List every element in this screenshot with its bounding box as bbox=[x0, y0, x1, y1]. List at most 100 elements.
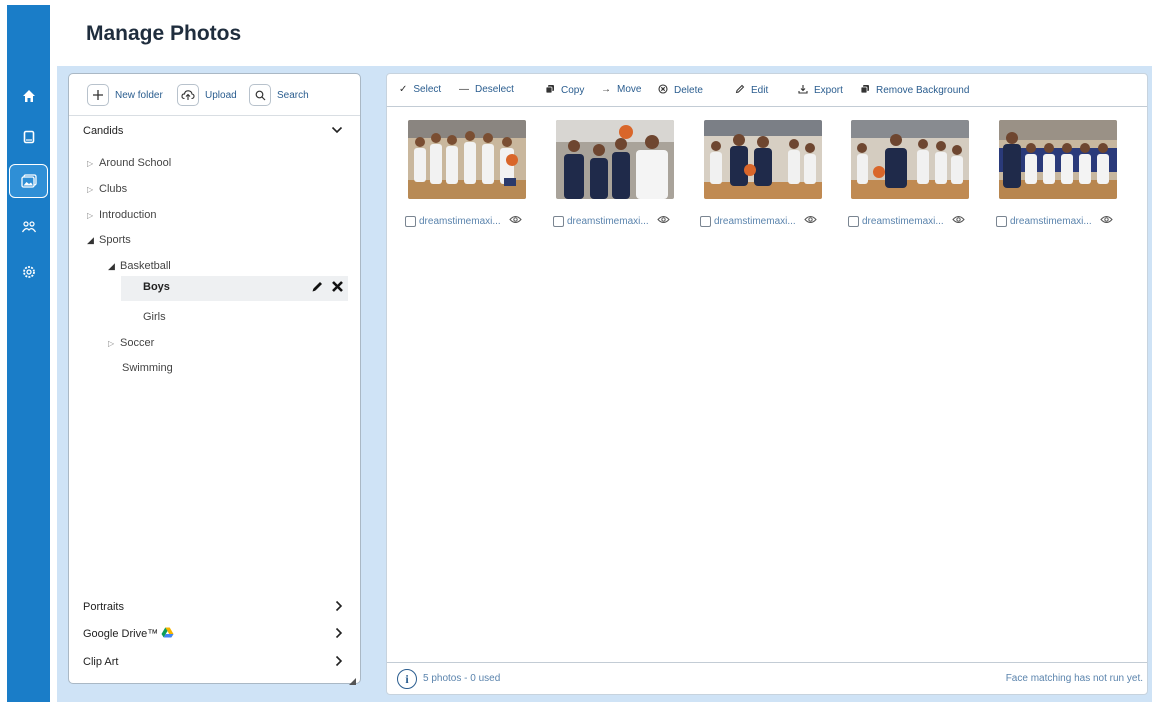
search-label: Search bbox=[277, 89, 309, 101]
deselect-label: Deselect bbox=[475, 84, 514, 95]
tree-item-boys-selected[interactable]: Boys bbox=[121, 276, 348, 301]
remove-background-button[interactable]: Remove Background bbox=[860, 84, 969, 97]
tree-item-basketball[interactable]: ◢ Basketball bbox=[108, 255, 171, 277]
tree-item-girls[interactable]: Girls bbox=[143, 306, 166, 328]
arrow-right-icon: → bbox=[601, 84, 611, 95]
tree-item-label: Girls bbox=[143, 311, 166, 323]
resize-handle-icon[interactable] bbox=[349, 672, 356, 690]
status-bar: i 5 photos - 0 used Face matching has no… bbox=[387, 662, 1147, 695]
candids-label: Candids bbox=[83, 125, 124, 137]
photo-caption-5: dreamstimemaxi... bbox=[996, 214, 1113, 228]
delete-button[interactable]: Delete bbox=[658, 84, 703, 97]
photos-icon bbox=[20, 174, 37, 188]
photo-checkbox[interactable] bbox=[996, 215, 1007, 227]
google-drive-label: Google Drive™ bbox=[83, 628, 159, 640]
photo-name: dreamstimemaxi... bbox=[714, 215, 796, 227]
plus-icon bbox=[87, 84, 109, 106]
nav-people[interactable] bbox=[7, 210, 50, 244]
info-icon[interactable]: i bbox=[397, 669, 417, 689]
tree-item-label: Clubs bbox=[99, 183, 128, 195]
chevron-right-icon bbox=[335, 654, 343, 670]
new-folder-button[interactable]: New folder bbox=[87, 84, 163, 106]
select-button[interactable]: ✓ Select bbox=[399, 84, 441, 95]
candids-section-header[interactable]: Candids bbox=[83, 120, 343, 142]
caret-down-icon: ◢ bbox=[87, 234, 94, 245]
nav-settings[interactable] bbox=[7, 255, 50, 289]
photo-thumbnail-4[interactable] bbox=[851, 120, 969, 199]
face-matching-status: Face matching has not run yet. bbox=[1005, 673, 1143, 684]
photo-thumbnail-1[interactable] bbox=[408, 120, 526, 199]
settings-icon bbox=[22, 266, 35, 278]
upload-label: Upload bbox=[205, 89, 237, 101]
tree-item-sports[interactable]: ◢ Sports bbox=[87, 229, 131, 251]
photo-checkbox[interactable] bbox=[553, 215, 564, 227]
export-button[interactable]: Export bbox=[798, 84, 843, 97]
portraits-label: Portraits bbox=[83, 601, 124, 613]
download-icon bbox=[798, 84, 808, 97]
chevron-right-icon bbox=[335, 626, 343, 642]
photo-thumbnail-5[interactable] bbox=[999, 120, 1117, 199]
delete-circle-icon bbox=[658, 84, 668, 97]
book-icon bbox=[23, 130, 34, 144]
caret-down-icon: ◢ bbox=[108, 260, 115, 271]
photo-thumbnail-2[interactable] bbox=[556, 120, 674, 199]
tree-item-introduction[interactable]: ▷ Introduction bbox=[87, 204, 156, 226]
photo-checkbox[interactable] bbox=[848, 215, 859, 227]
remove-background-label: Remove Background bbox=[876, 85, 970, 96]
photo-caption-2: dreamstimemaxi... bbox=[553, 214, 670, 228]
tree-item-label: Soccer bbox=[120, 337, 155, 349]
clip-art-section-header[interactable]: Clip Art bbox=[83, 651, 343, 673]
left-nav-rail bbox=[7, 5, 50, 702]
home-icon bbox=[22, 90, 35, 102]
tree-item-clubs[interactable]: ▷ Clubs bbox=[87, 178, 127, 200]
pencil-icon[interactable] bbox=[311, 280, 324, 298]
page-title: Manage Photos bbox=[86, 22, 242, 45]
eye-icon[interactable] bbox=[657, 215, 670, 227]
move-button[interactable]: → Move bbox=[601, 84, 641, 95]
edit-label: Edit bbox=[751, 85, 769, 96]
eye-icon[interactable] bbox=[804, 215, 817, 227]
photo-name: dreamstimemaxi... bbox=[862, 215, 944, 227]
google-drive-icon bbox=[161, 627, 174, 641]
caret-right-icon: ▷ bbox=[87, 210, 94, 220]
tree-item-label: Introduction bbox=[99, 209, 157, 221]
delete-x-icon[interactable] bbox=[331, 280, 344, 298]
new-folder-label: New folder bbox=[115, 89, 163, 101]
select-label: Select bbox=[413, 84, 442, 95]
tree-item-label: Basketball bbox=[120, 260, 171, 272]
eye-icon[interactable] bbox=[1100, 215, 1113, 227]
copy-label: Copy bbox=[561, 85, 585, 96]
photo-thumbnail-3[interactable] bbox=[704, 120, 822, 199]
photo-checkbox[interactable] bbox=[700, 215, 711, 227]
edit-button[interactable]: Edit bbox=[735, 84, 768, 97]
photo-name: dreamstimemaxi... bbox=[419, 215, 501, 227]
caret-right-icon: ▷ bbox=[108, 338, 115, 348]
cloud-upload-icon bbox=[177, 84, 199, 106]
tree-item-swimming[interactable]: Swimming bbox=[122, 357, 173, 379]
tree-item-soccer[interactable]: ▷ Soccer bbox=[108, 332, 154, 354]
minus-icon: — bbox=[459, 84, 469, 95]
tree-item-around-school[interactable]: ▷ Around School bbox=[87, 152, 171, 174]
nav-home[interactable] bbox=[7, 79, 50, 113]
photo-checkbox[interactable] bbox=[405, 215, 416, 227]
search-icon bbox=[249, 84, 271, 106]
portraits-section-header[interactable]: Portraits bbox=[83, 596, 343, 618]
google-drive-section-header[interactable]: Google Drive™ bbox=[83, 623, 343, 645]
photo-caption-4: dreamstimemaxi... bbox=[848, 214, 965, 228]
eye-icon[interactable] bbox=[509, 215, 522, 227]
tree-item-label: Sports bbox=[99, 234, 131, 246]
remove-background-icon bbox=[860, 84, 870, 97]
chevron-right-icon bbox=[335, 599, 343, 615]
nav-photos[interactable] bbox=[9, 164, 48, 198]
caret-right-icon: ▷ bbox=[87, 158, 94, 168]
photo-caption-3: dreamstimemaxi... bbox=[700, 214, 817, 228]
nav-books[interactable] bbox=[7, 120, 50, 154]
check-icon: ✓ bbox=[399, 84, 408, 95]
deselect-button[interactable]: — Deselect bbox=[459, 84, 514, 95]
upload-button[interactable]: Upload bbox=[177, 84, 237, 106]
chevron-down-icon bbox=[331, 125, 343, 137]
copy-button[interactable]: Copy bbox=[545, 84, 584, 97]
export-label: Export bbox=[814, 85, 843, 96]
eye-icon[interactable] bbox=[952, 215, 965, 227]
search-button[interactable]: Search bbox=[249, 84, 309, 106]
